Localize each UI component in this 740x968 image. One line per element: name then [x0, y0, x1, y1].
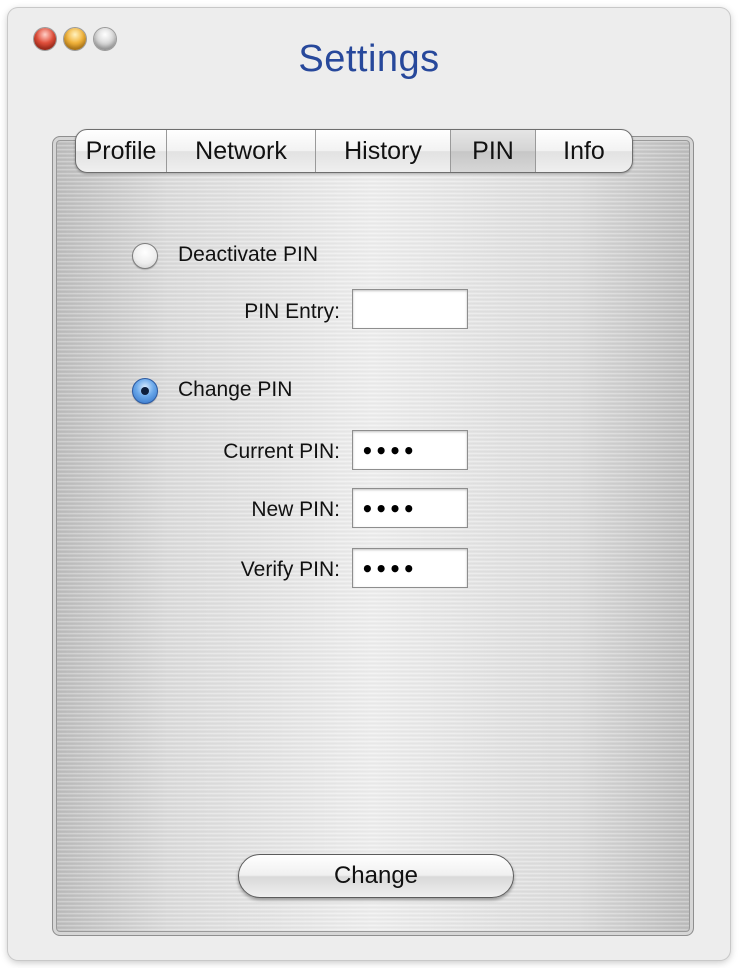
current-pin-label: Current PIN: — [223, 440, 340, 463]
tab-pin[interactable]: PIN — [451, 130, 536, 172]
pin-entry-field[interactable] — [352, 289, 468, 329]
deactivate-pin-label: Deactivate PIN — [178, 243, 319, 266]
change-pin-radio[interactable] — [132, 378, 158, 404]
deactivate-pin-radio[interactable] — [132, 243, 158, 269]
tab-network[interactable]: Network — [167, 130, 316, 172]
current-pin-field[interactable]: •••• — [352, 430, 468, 470]
verify-pin-label: Verify PIN: — [240, 558, 340, 581]
change-pin-label: Change PIN — [178, 378, 293, 401]
window-title: Settings — [298, 38, 440, 80]
pin-entry-label: PIN Entry: — [244, 300, 340, 323]
tab-history[interactable]: History — [316, 130, 451, 172]
change-button[interactable]: Change — [238, 854, 514, 898]
verify-pin-field[interactable]: •••• — [352, 548, 468, 588]
new-pin-field[interactable]: •••• — [352, 488, 468, 528]
new-pin-label: New PIN: — [251, 498, 340, 521]
tab-profile[interactable]: Profile — [76, 130, 167, 172]
tab-bar: Profile Network History PIN Info — [75, 129, 633, 173]
tab-info[interactable]: Info — [536, 130, 632, 172]
